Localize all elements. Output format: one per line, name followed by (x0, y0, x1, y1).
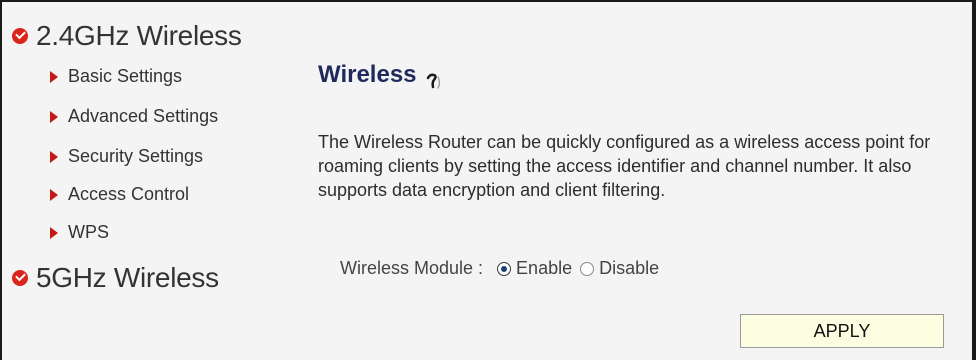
sidebar-item-label: Access Control (68, 184, 190, 204)
sidebar-item-label: WPS (68, 222, 110, 242)
sidebar-item-advanced-settings[interactable]: Advanced Settings (50, 106, 218, 127)
enable-radio-label[interactable]: Enable (516, 258, 572, 279)
sidebar-item-wps[interactable]: WPS (50, 222, 109, 243)
section-label: 5GHz Wireless (36, 262, 219, 293)
section-5ghz-wireless[interactable]: 5GHz Wireless (12, 262, 219, 294)
sidebar-item-label: Advanced Settings (68, 106, 219, 126)
section-2-4ghz-wireless[interactable]: 2.4GHz Wireless (12, 20, 242, 52)
enable-radio[interactable] (497, 261, 512, 276)
check-icon (12, 28, 28, 44)
help-icon[interactable] (425, 70, 445, 90)
sidebar-item-security-settings[interactable]: Security Settings (50, 146, 203, 167)
sidebar-item-access-control[interactable]: Access Control (50, 184, 189, 205)
disable-radio-label[interactable]: Disable (599, 258, 659, 279)
wireless-module-label: Wireless Module : (340, 258, 484, 278)
page-description: The Wireless Router can be quickly confi… (318, 132, 931, 200)
sidebar-item-label: Security Settings (68, 146, 204, 166)
apply-button[interactable]: APPLY (740, 314, 944, 348)
sidebar-item-label: Basic Settings (68, 66, 183, 86)
arrow-right-icon (50, 110, 58, 123)
arrow-right-icon (50, 188, 58, 201)
section-label: 2.4GHz Wireless (36, 20, 242, 51)
sidebar-item-basic-settings[interactable]: Basic Settings (50, 66, 182, 87)
page-title-text: Wireless (318, 61, 417, 88)
arrow-right-icon (50, 150, 58, 163)
arrow-right-icon (50, 70, 58, 83)
check-icon (12, 270, 28, 286)
wireless-module-row: Wireless Module : Enable Disable (340, 258, 667, 279)
arrow-right-icon (50, 226, 58, 239)
page-title: Wireless (318, 60, 445, 90)
disable-radio[interactable] (580, 261, 595, 276)
